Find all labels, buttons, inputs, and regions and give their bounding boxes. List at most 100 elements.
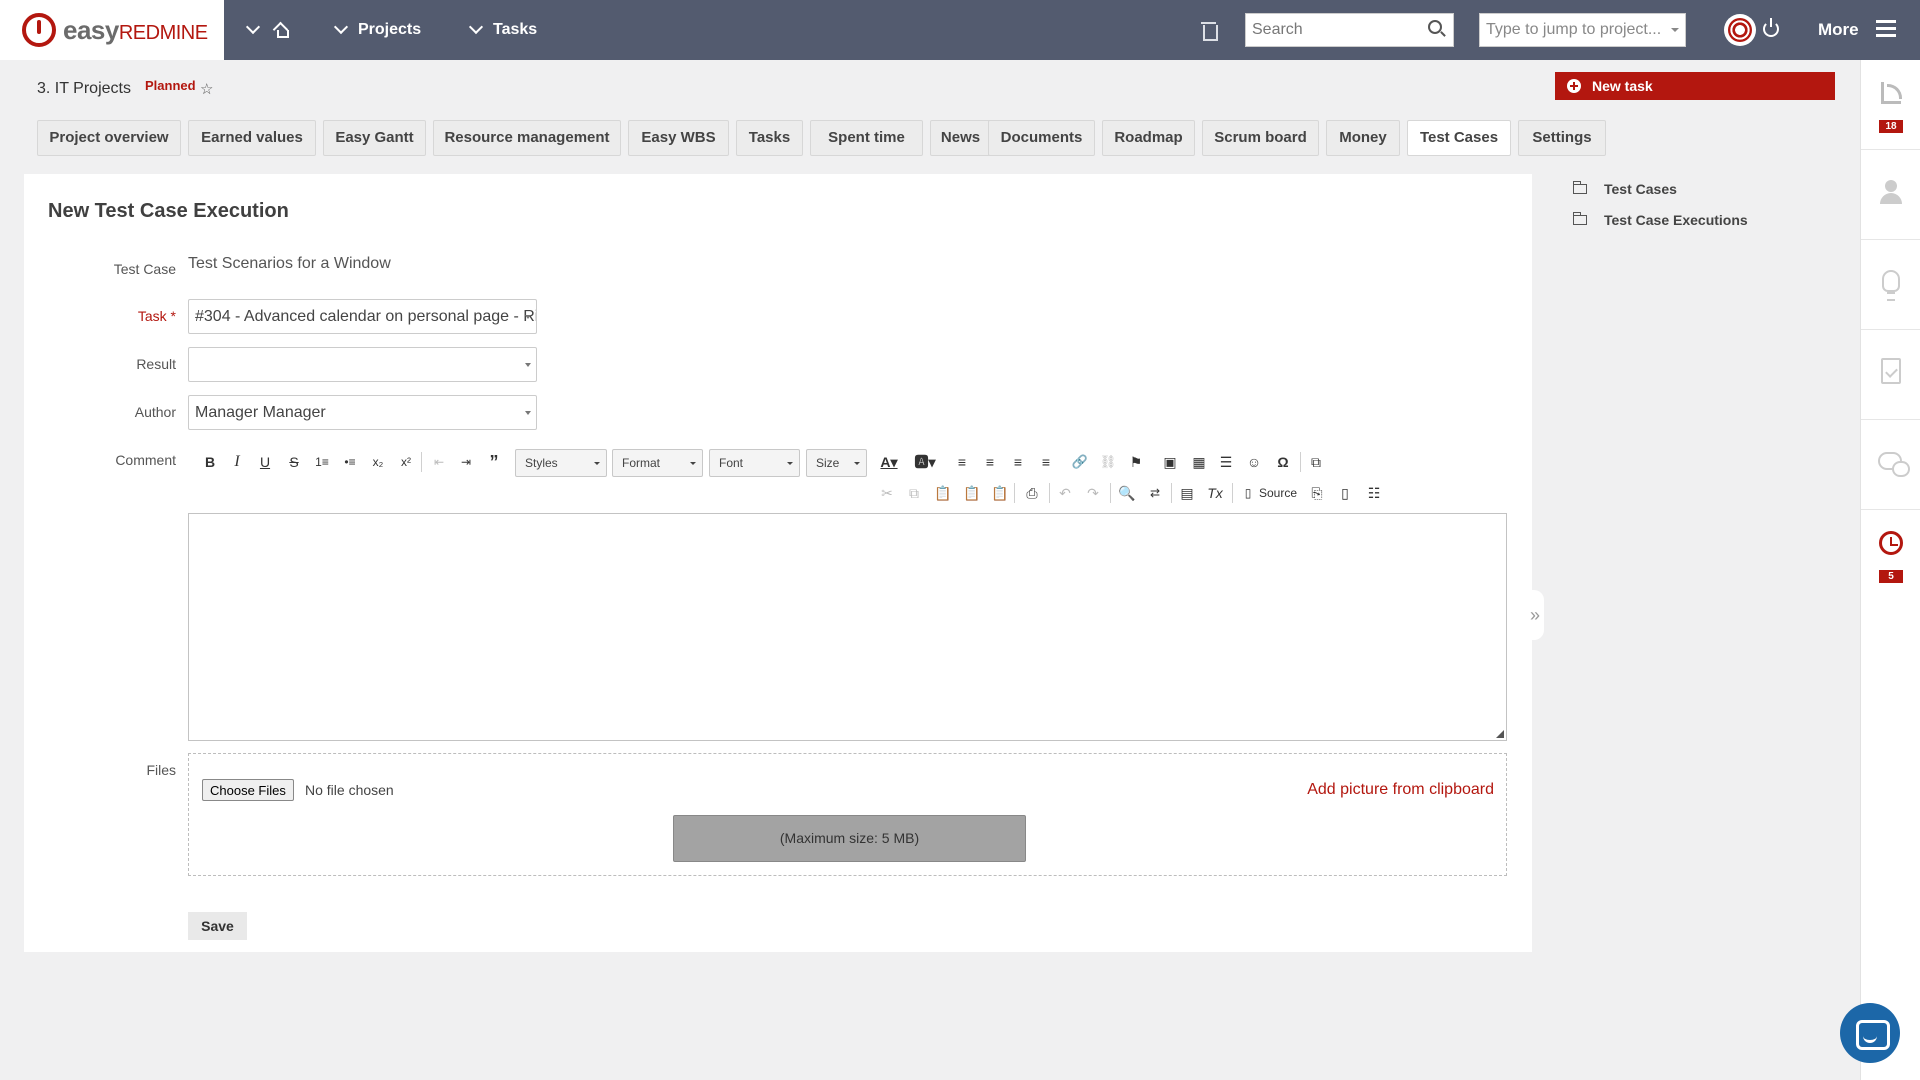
rail-ideas[interactable] bbox=[1861, 240, 1920, 330]
bold-icon[interactable]: B bbox=[203, 451, 217, 473]
horizontal-rule-icon[interactable]: ☰ bbox=[1217, 451, 1235, 473]
maximize-icon[interactable]: ⧉ bbox=[1307, 451, 1325, 473]
comment-editor[interactable] bbox=[188, 513, 1507, 741]
sidebar-collapse-toggle[interactable]: » bbox=[1526, 590, 1544, 640]
user-avatar[interactable] bbox=[1724, 14, 1756, 46]
source-button-label[interactable]: Source bbox=[1259, 482, 1303, 504]
image-icon[interactable]: ▣ bbox=[1161, 451, 1179, 473]
size-dropdown-label: Size bbox=[816, 456, 840, 470]
tab-test-cases[interactable]: Test Cases bbox=[1407, 120, 1511, 156]
paste-text-icon[interactable]: 📋 bbox=[963, 482, 980, 504]
show-blocks-icon[interactable]: ☷ bbox=[1365, 482, 1383, 504]
undo-icon[interactable]: ↶ bbox=[1057, 482, 1073, 504]
special-character-icon[interactable]: Ω bbox=[1274, 451, 1292, 473]
align-left-icon[interactable]: ≡ bbox=[954, 451, 970, 473]
paste-icon[interactable]: 📋 bbox=[934, 482, 951, 504]
sidebar-link-test-cases[interactable]: Test Cases bbox=[1572, 181, 1677, 197]
format-dropdown[interactable]: Format bbox=[612, 449, 703, 477]
rail-activity-feed[interactable]: 18 bbox=[1861, 60, 1920, 150]
folder-icon bbox=[1572, 181, 1587, 194]
home-menu[interactable] bbox=[245, 0, 289, 60]
rail-checklist[interactable] bbox=[1861, 330, 1920, 420]
tab-money[interactable]: Money bbox=[1326, 120, 1400, 156]
styles-dropdown[interactable]: Styles bbox=[515, 449, 607, 477]
subscript-icon[interactable]: x₂ bbox=[369, 451, 387, 473]
new-task-button[interactable]: New task bbox=[1555, 72, 1835, 100]
author-select[interactable]: Manager Manager bbox=[188, 395, 537, 430]
tab-easy-gantt[interactable]: Easy Gantt bbox=[323, 120, 426, 156]
print-icon[interactable]: ⎙ bbox=[1023, 482, 1041, 504]
tab-documents[interactable]: Documents bbox=[988, 120, 1095, 156]
indent-icon[interactable]: ⇥ bbox=[458, 451, 474, 473]
search-icon[interactable] bbox=[1428, 20, 1442, 34]
tasks-menu[interactable]: Tasks bbox=[468, 0, 537, 60]
rail-chat[interactable] bbox=[1861, 420, 1920, 510]
tab-resource-management[interactable]: Resource management bbox=[433, 120, 621, 156]
unlink-icon[interactable]: ⛓ bbox=[1099, 451, 1117, 473]
project-title[interactable]: 3. IT Projects bbox=[37, 80, 131, 98]
rail-timer[interactable]: 5 bbox=[1861, 510, 1920, 600]
table-icon[interactable]: ▦ bbox=[1190, 451, 1208, 473]
numbered-list-icon[interactable]: 1≡ bbox=[314, 451, 330, 473]
text-color-icon[interactable]: A▾ bbox=[878, 451, 900, 473]
search-input[interactable] bbox=[1245, 13, 1454, 47]
tab-spent-time[interactable]: Spent time bbox=[810, 120, 923, 156]
tab-project-overview[interactable]: Project overview bbox=[37, 120, 181, 156]
add-picture-from-clipboard-link[interactable]: Add picture from clipboard bbox=[1307, 781, 1494, 799]
tab-easy-wbs[interactable]: Easy WBS bbox=[628, 120, 729, 156]
choose-files-button[interactable]: Choose Files bbox=[202, 779, 294, 801]
app-logo[interactable]: easyREDMINE bbox=[0, 0, 224, 60]
support-chat-icon[interactable] bbox=[1840, 1003, 1900, 1063]
tab-news[interactable]: News bbox=[930, 120, 991, 156]
projects-menu[interactable]: Projects bbox=[333, 0, 421, 60]
align-justify-icon[interactable]: ≡ bbox=[1038, 451, 1054, 473]
rail-user-profile[interactable] bbox=[1861, 150, 1920, 240]
remove-format-icon[interactable]: Tx bbox=[1206, 482, 1224, 504]
blockquote-icon[interactable]: ” bbox=[486, 451, 502, 473]
preview-icon[interactable]: ⎘ bbox=[1309, 482, 1325, 504]
redo-icon[interactable]: ↷ bbox=[1085, 482, 1101, 504]
resize-handle-icon[interactable] bbox=[1496, 730, 1504, 738]
bullet-list-icon[interactable]: •≡ bbox=[342, 451, 358, 473]
find-icon[interactable]: 🔍 bbox=[1118, 482, 1136, 504]
task-select[interactable]: #304 - Advanced calendar on personal pag… bbox=[188, 299, 537, 334]
tab-settings[interactable]: Settings bbox=[1518, 120, 1606, 156]
paste-word-icon[interactable]: 📋 bbox=[991, 482, 1008, 504]
align-right-icon[interactable]: ≡ bbox=[1010, 451, 1026, 473]
tab-scrum-board[interactable]: Scrum board bbox=[1202, 120, 1319, 156]
new-task-label: New task bbox=[1592, 78, 1653, 94]
italic-icon[interactable]: I bbox=[230, 451, 244, 473]
tab-roadmap[interactable]: Roadmap bbox=[1102, 120, 1195, 156]
logout-power-icon[interactable] bbox=[1763, 18, 1779, 37]
file-dropzone[interactable]: Choose Files No file chosen Add picture … bbox=[188, 753, 1507, 876]
underline-icon[interactable]: U bbox=[258, 451, 272, 473]
replace-icon[interactable]: ⇄ bbox=[1146, 482, 1164, 504]
upload-drop-area[interactable]: (Maximum size: 5 MB) bbox=[673, 815, 1026, 862]
cut-icon[interactable]: ✂ bbox=[879, 482, 895, 504]
size-dropdown[interactable]: Size bbox=[806, 449, 867, 477]
hamburger-menu-icon[interactable] bbox=[1876, 20, 1896, 38]
more-menu-label[interactable]: More bbox=[1818, 20, 1859, 40]
templates-icon[interactable]: ▯ bbox=[1337, 482, 1353, 504]
jump-to-project-select[interactable]: Type to jump to project... bbox=[1479, 13, 1686, 47]
source-icon[interactable]: ▯ bbox=[1241, 482, 1255, 504]
align-center-icon[interactable]: ≡ bbox=[982, 451, 998, 473]
link-icon[interactable]: 🔗 bbox=[1071, 451, 1089, 473]
outdent-icon[interactable]: ⇤ bbox=[431, 451, 447, 473]
smiley-icon[interactable]: ☺ bbox=[1246, 451, 1262, 473]
font-dropdown[interactable]: Font bbox=[709, 449, 800, 477]
trash-icon[interactable] bbox=[1201, 21, 1218, 41]
save-button[interactable]: Save bbox=[188, 912, 247, 940]
tab-earned-values[interactable]: Earned values bbox=[188, 120, 316, 156]
select-all-icon[interactable]: ▤ bbox=[1178, 482, 1196, 504]
copy-icon[interactable]: ⧉ bbox=[906, 482, 922, 504]
sidebar-link-test-case-executions[interactable]: Test Case Executions bbox=[1572, 212, 1748, 228]
background-color-icon[interactable]: 🅰▾ bbox=[913, 451, 937, 473]
favorite-star-icon[interactable]: ☆ bbox=[200, 80, 213, 98]
tab-tasks[interactable]: Tasks bbox=[736, 120, 803, 156]
anchor-flag-icon[interactable]: ⚑ bbox=[1128, 451, 1144, 473]
superscript-icon[interactable]: x² bbox=[397, 451, 415, 473]
strikethrough-icon[interactable]: S bbox=[287, 451, 301, 473]
result-select[interactable] bbox=[188, 347, 537, 382]
author-label: Author bbox=[134, 404, 176, 420]
